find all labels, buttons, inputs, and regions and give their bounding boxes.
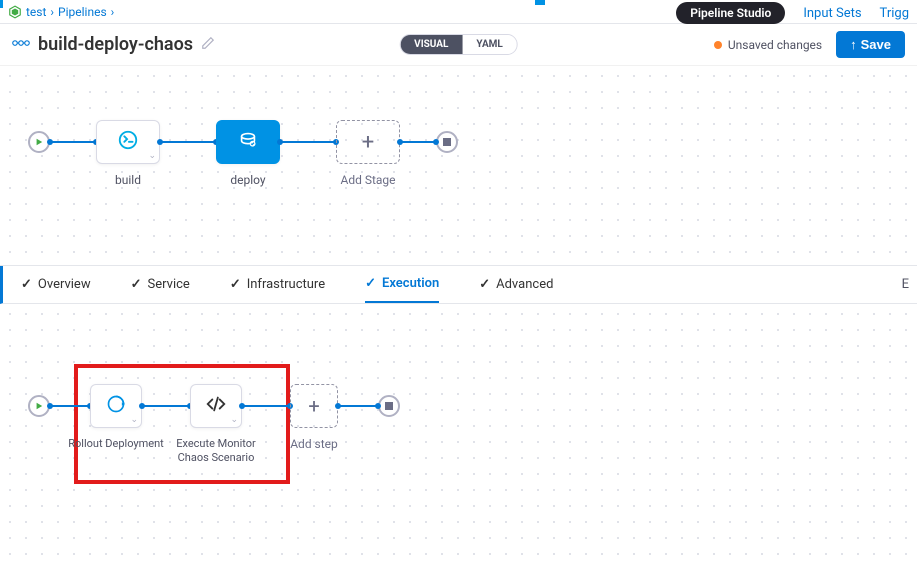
tab-infrastructure-label: Infrastructure <box>247 277 325 292</box>
tab-advanced-label: Advanced <box>496 277 553 292</box>
step-chaos-label: Execute Monitor Chaos Scenario <box>161 437 271 465</box>
save-button-label: Save <box>861 37 891 52</box>
chevron-right-icon: › <box>111 5 115 19</box>
breadcrumb-pipelines[interactable]: Pipelines <box>58 5 107 19</box>
tab-pipeline-studio[interactable]: Pipeline Studio <box>676 2 785 24</box>
toggle-visual[interactable]: VISUAL <box>400 35 462 54</box>
check-icon: ✓ <box>21 277 32 292</box>
stage-corner-icon: ⌄ <box>148 151 156 161</box>
stage-canvas[interactable]: ⌄ build deploy + Add Stage <box>0 66 917 266</box>
pipeline-icon <box>12 36 30 54</box>
check-icon: ✓ <box>230 277 241 292</box>
step-canvas[interactable]: ⌄ Rollout Deployment ⌄ Execute Monitor C… <box>0 304 917 564</box>
step-rollout-deployment[interactable]: ⌄ Rollout Deployment <box>90 384 142 428</box>
add-step-button[interactable]: + Add step <box>290 384 338 428</box>
breadcrumb-test[interactable]: test <box>26 5 46 19</box>
pipeline-title: build-deploy-chaos <box>38 34 193 55</box>
tab-input-sets[interactable]: Input Sets <box>803 6 861 21</box>
check-icon: ✓ <box>131 277 142 292</box>
add-stage-button[interactable]: + Add Stage <box>336 120 400 164</box>
step-corner-icon: ⌄ <box>230 415 238 425</box>
unsaved-status: Unsaved changes <box>714 38 822 52</box>
add-step-label: Add step <box>274 437 354 451</box>
tab-execution[interactable]: ✓ Execution <box>365 266 439 303</box>
view-toggle: VISUAL YAML <box>399 34 518 55</box>
add-stage-label: Add Stage <box>318 173 418 187</box>
stage-build-label: build <box>68 173 188 187</box>
stage-build[interactable]: ⌄ build <box>96 120 160 164</box>
step-chaos-scenario[interactable]: ⌄ Execute Monitor Chaos Scenario <box>190 384 242 428</box>
breadcrumb: test › Pipelines › Pipeline Studio Input… <box>0 0 917 24</box>
tab-advanced[interactable]: ✓ Advanced <box>479 266 553 303</box>
step-rollout-label: Rollout Deployment <box>61 437 171 451</box>
build-icon <box>117 129 139 156</box>
edit-icon[interactable] <box>201 36 215 54</box>
title-bar: build-deploy-chaos VISUAL YAML Unsaved c… <box>0 24 917 66</box>
tab-overview[interactable]: ✓ Overview <box>21 266 91 303</box>
step-end-node[interactable] <box>378 395 400 417</box>
end-node[interactable] <box>436 131 458 153</box>
stage-deploy-label: deploy <box>188 173 308 187</box>
step-corner-icon: ⌄ <box>130 415 138 425</box>
upload-icon: ↑ <box>850 37 857 52</box>
code-icon <box>205 395 227 417</box>
tab-service-label: Service <box>148 277 190 292</box>
save-button[interactable]: ↑ Save <box>836 31 905 58</box>
tab-execution-label: Execution <box>382 276 439 291</box>
rollout-icon <box>106 394 126 418</box>
tab-infrastructure[interactable]: ✓ Infrastructure <box>230 266 325 303</box>
plus-icon: + <box>362 130 374 155</box>
tab-service[interactable]: ✓ Service <box>131 266 190 303</box>
toggle-yaml[interactable]: YAML <box>462 35 516 54</box>
expand-indicator[interactable]: E <box>902 277 909 292</box>
check-icon: ✓ <box>479 277 490 292</box>
stage-deploy[interactable]: deploy <box>216 120 280 164</box>
top-nav: Pipeline Studio Input Sets Trigg <box>676 2 909 24</box>
stage-tabs: ✓ Overview ✓ Service ✓ Infrastructure ✓ Exec… <box>0 266 917 304</box>
plus-icon: + <box>308 394 319 418</box>
check-icon: ✓ <box>365 276 376 291</box>
chevron-right-icon: › <box>50 5 54 19</box>
deploy-icon <box>237 129 259 156</box>
project-hex-icon <box>8 5 22 19</box>
tab-triggers[interactable]: Trigg <box>880 6 909 21</box>
tab-overview-label: Overview <box>38 277 91 292</box>
